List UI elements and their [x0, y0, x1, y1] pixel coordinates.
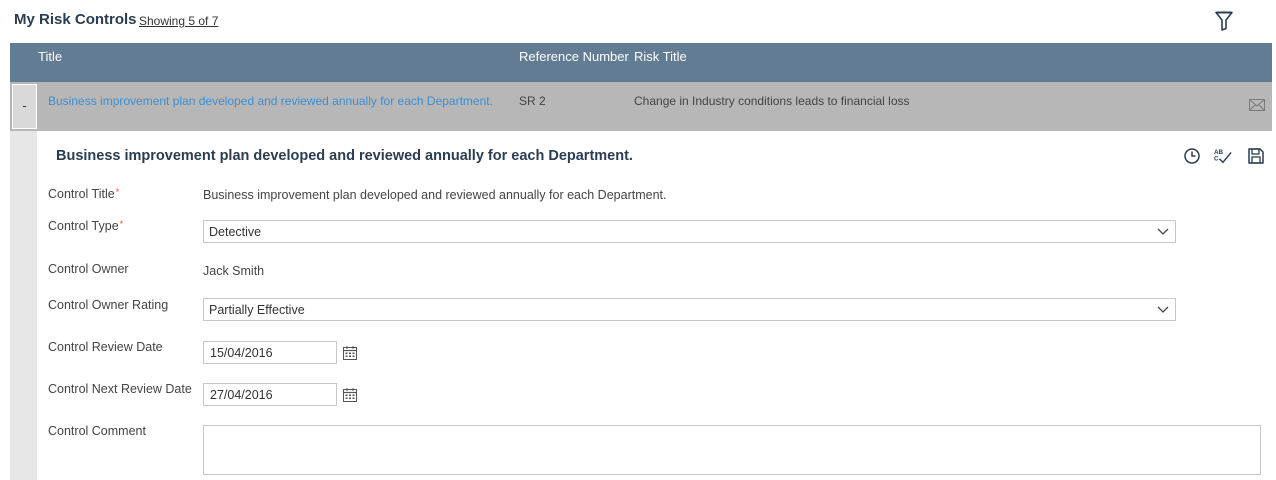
svg-text:C: C — [1214, 156, 1219, 163]
required-marker: * — [119, 219, 124, 229]
required-marker: * — [115, 187, 120, 197]
showing-count-link[interactable]: Showing 5 of 7 — [139, 14, 218, 28]
calendar-icon[interactable] — [343, 388, 357, 402]
history-icon[interactable] — [1183, 147, 1201, 165]
column-header-title[interactable]: Title — [38, 49, 62, 64]
control-owner-label: Control Owner — [48, 262, 129, 276]
control-owner-rating-select[interactable]: Partially Effective — [203, 298, 1176, 321]
table-row[interactable]: - Business improvement plan developed an… — [10, 82, 1272, 131]
detail-title: Business improvement plan developed and … — [56, 148, 633, 164]
column-header-reference-number[interactable]: Reference Number — [519, 49, 629, 64]
control-comment-label: Control Comment — [48, 424, 146, 438]
row-collapse-button[interactable]: - — [12, 84, 37, 129]
row-reference-number: SR 2 — [519, 94, 546, 108]
control-owner-rating-selected-value: Partially Effective — [209, 303, 305, 317]
control-type-selected-value: Detective — [209, 225, 262, 239]
page-header: My Risk Controls Showing 5 of 7 — [0, 0, 1276, 42]
control-next-review-date-input[interactable]: 27/04/2016 — [203, 383, 337, 406]
control-type-label: Control Type* — [48, 219, 124, 233]
control-title-value: Business improvement plan developed and … — [203, 188, 667, 202]
row-risk-title: Change in Industry conditions leads to f… — [634, 94, 910, 108]
control-owner-value: Jack Smith — [203, 264, 265, 278]
mail-icon[interactable] — [1249, 99, 1265, 111]
save-icon[interactable] — [1247, 147, 1265, 165]
detail-indent-strip — [10, 131, 37, 480]
grid-header: Title Reference Number Risk Title — [10, 43, 1272, 82]
control-review-date-input[interactable]: 15/04/2016 — [203, 341, 337, 364]
control-owner-rating-label: Control Owner Rating — [48, 298, 169, 312]
control-title-label: Control Title* — [48, 187, 120, 201]
row-title-link[interactable]: Business improvement plan developed and … — [48, 94, 493, 108]
control-type-select[interactable]: Detective — [203, 220, 1176, 243]
chevron-down-icon — [1157, 228, 1169, 235]
control-comment-textarea[interactable] — [203, 425, 1261, 475]
page-title: My Risk Controls — [14, 11, 137, 28]
spellcheck-icon[interactable]: AB C — [1214, 147, 1232, 165]
control-next-review-date-label: Control Next Review Date — [48, 382, 192, 396]
filter-icon[interactable] — [1215, 11, 1233, 31]
chevron-down-icon — [1157, 306, 1169, 313]
calendar-icon[interactable] — [343, 346, 357, 360]
control-review-date-label: Control Review Date — [48, 340, 163, 354]
column-header-risk-title[interactable]: Risk Title — [634, 49, 687, 64]
